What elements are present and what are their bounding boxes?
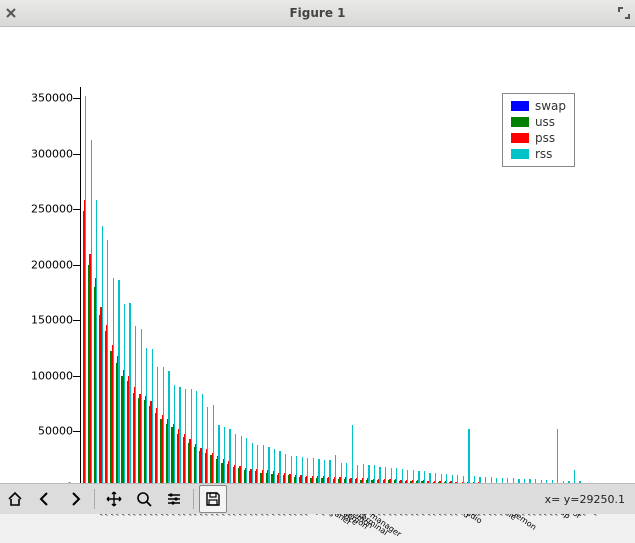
bar-rss xyxy=(102,226,103,487)
legend-swatch-rss xyxy=(511,149,529,159)
chart-axes: swap uss pss rss 05000010000015000020000… xyxy=(80,87,581,488)
toolbar-save-button[interactable] xyxy=(199,485,227,513)
toolbar-separator xyxy=(94,489,95,509)
legend-item-pss: pss xyxy=(511,130,566,146)
bar-rss xyxy=(257,445,258,487)
ytick xyxy=(73,376,81,377)
bar-rss xyxy=(196,391,197,487)
bar-rss xyxy=(213,405,214,487)
bar-rss xyxy=(107,240,108,487)
bar-rss xyxy=(96,200,97,487)
bar-rss xyxy=(274,449,275,487)
bar-rss xyxy=(246,438,247,487)
ytick-label: 300000 xyxy=(31,147,73,160)
legend-label: uss xyxy=(535,114,555,130)
toolbar-zoom-button[interactable] xyxy=(130,485,158,513)
bar-rss xyxy=(185,389,186,487)
figure-canvas: swap uss pss rss 05000010000015000020000… xyxy=(0,27,635,514)
bar-rss xyxy=(174,385,175,487)
ytick-label: 50000 xyxy=(38,425,73,438)
bar-rss xyxy=(135,326,136,487)
bar-rss xyxy=(279,451,280,487)
bar-rss xyxy=(285,454,286,487)
window-title: Figure 1 xyxy=(0,6,635,20)
close-icon[interactable] xyxy=(0,2,22,24)
bar-rss xyxy=(235,434,236,487)
legend-swatch-pss xyxy=(511,133,529,143)
ytick xyxy=(73,98,81,99)
maximize-icon[interactable] xyxy=(613,2,635,24)
legend-label: swap xyxy=(535,98,566,114)
bar-rss xyxy=(252,443,253,487)
legend-label: rss xyxy=(535,146,552,162)
toolbar-coordinates: x= y=29250.1 xyxy=(545,493,625,506)
ytick xyxy=(73,154,81,155)
bar-rss xyxy=(85,96,86,487)
bar-rss xyxy=(113,278,114,487)
ytick xyxy=(73,431,81,432)
bar-rss xyxy=(118,280,119,487)
matplotlib-toolbar: x= y=29250.1 xyxy=(0,483,635,514)
ytick-label: 250000 xyxy=(31,203,73,216)
bar-rss xyxy=(218,425,219,487)
bar-rss xyxy=(124,304,125,487)
bar-rss xyxy=(141,329,142,487)
toolbar-pan-button[interactable] xyxy=(100,485,128,513)
toolbar-configure-button[interactable] xyxy=(160,485,188,513)
ytick-label: 200000 xyxy=(31,258,73,271)
bar-rss xyxy=(168,371,169,487)
bar-rss xyxy=(229,429,230,487)
bar-rss xyxy=(191,389,192,487)
ytick-label: 350000 xyxy=(31,92,73,105)
legend-swatch-swap xyxy=(511,101,529,111)
bar-rss xyxy=(352,425,353,487)
bar-rss xyxy=(263,445,264,487)
bar-rss xyxy=(129,303,130,487)
legend-item-swap: swap xyxy=(511,98,566,114)
toolbar-separator xyxy=(193,489,194,509)
bar-rss xyxy=(146,348,147,487)
ytick xyxy=(73,265,81,266)
toolbar-home-button[interactable] xyxy=(1,485,29,513)
bar-rss xyxy=(468,429,469,487)
bar-rss xyxy=(152,349,153,487)
toolbar-forward-button[interactable] xyxy=(61,485,89,513)
bar-rss xyxy=(163,367,164,487)
bar-rss xyxy=(179,387,180,487)
bar-rss xyxy=(557,429,558,487)
ytick-label: 100000 xyxy=(31,369,73,382)
ytick xyxy=(73,209,81,210)
legend-label: pss xyxy=(535,130,555,146)
ytick xyxy=(73,320,81,321)
legend-item-rss: rss xyxy=(511,146,566,162)
bar-rss xyxy=(157,367,158,487)
bar-rss xyxy=(202,394,203,487)
toolbar-back-button[interactable] xyxy=(31,485,59,513)
legend-swatch-uss xyxy=(511,117,529,127)
ytick-label: 150000 xyxy=(31,314,73,327)
bar-rss xyxy=(91,140,92,487)
chart-legend: swap uss pss rss xyxy=(502,93,575,167)
bar-rss xyxy=(224,427,225,487)
bar-rss xyxy=(268,447,269,487)
bar-rss xyxy=(207,407,208,487)
window-titlebar: Figure 1 xyxy=(0,0,635,27)
legend-item-uss: uss xyxy=(511,114,566,130)
bar-rss xyxy=(241,436,242,487)
